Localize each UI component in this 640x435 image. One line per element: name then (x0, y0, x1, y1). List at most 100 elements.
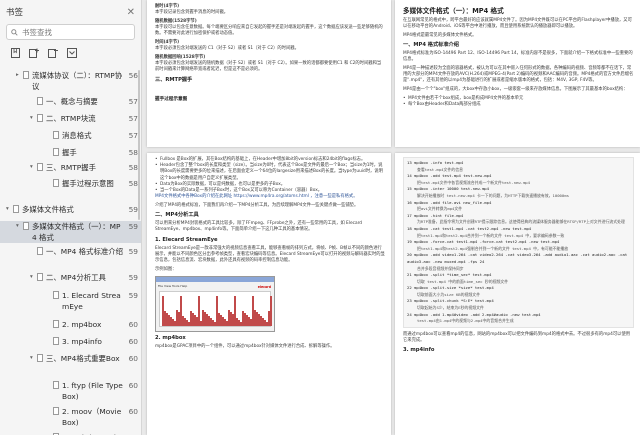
bookmark-item[interactable]: 1. ftyp (File Type Box) 60 (0, 380, 141, 402)
bookmark-page-icon (53, 291, 59, 299)
bookmark-label: 1. ftyp (File Type Box) (62, 381, 123, 401)
code-comment: 查看test.mp4文件的信息 (417, 166, 463, 172)
bookmark-label: 多媒体文件格式（一）：MP4 格式 (32, 222, 121, 242)
bookmark-label: 1. Elecard StreamEye (62, 291, 121, 311)
document-page: Fullbox 是Box的扩展，其在Box结构的基础上，在Header中增加8b… (147, 153, 391, 435)
section-heading: 2. mp4box (155, 334, 186, 341)
bookmark-page-number: 59 (128, 222, 138, 231)
bookmark-item[interactable]: 2. mp4box 60 (0, 319, 141, 330)
code-line: 20 mp4box -add video1.264 -cat video2.26… (407, 252, 628, 264)
sidebar-scrollbar[interactable] (138, 70, 140, 220)
code-line: 22 mp4box -split-size *size* test.mp4 (407, 285, 494, 291)
link[interactable]: MP4文件格式中各种Box的介绍在此网址 https://www.mp4ra.o… (155, 194, 385, 200)
figure-titlebar (156, 276, 274, 282)
paragraph: 本字段必须包含对端发送的随机数据（对于 S2）或者 S1（对于 C2）。如果一致… (155, 61, 382, 73)
bookmark-page-number: 60 (128, 407, 138, 416)
code-comment: 把avi文件转换为mp4文件 (417, 206, 463, 212)
bookmark-item[interactable]: ▸ 流媒体协议（二）：RTMP协议 56 (0, 70, 141, 92)
page-title: 多媒体文件格式（一）：MP4 格式 (403, 7, 504, 15)
code-block: 13 mp4box -info test.mp4 查看test.mp4文件的信息 1… (403, 157, 634, 328)
code-comment: 切取 test.mp4 中的前面time_sec 秒的视频文件 (417, 278, 509, 284)
close-icon[interactable]: ✕ (127, 7, 135, 18)
field-heading: 耐时(4字节) (155, 4, 180, 9)
code-line: 19 mp4box -force-cat test1.mp4 -force-ca… (407, 239, 560, 245)
bookmark-icon[interactable] (10, 48, 20, 58)
bookmark-page-icon (53, 337, 59, 345)
code-comment: 为RTP准备，此指令将为文件创建RTP提示跟踪信息。这使得经典的流媒体服务器能够… (417, 219, 625, 225)
frame-size-plot (159, 290, 272, 327)
bookmark-item[interactable]: 2. moov（Movie Box) 60 (0, 406, 141, 428)
bookmark-item[interactable]: ▾ 三、RMTP握手 58 (0, 162, 141, 173)
add-bookmark-icon[interactable] (29, 48, 39, 58)
bookmark-page-icon (53, 148, 59, 156)
bookmark-label: 握手 (62, 148, 77, 157)
section-heading: 一、MP4 格式标准介绍 (403, 42, 459, 49)
expand-arrow-icon[interactable]: ▾ (30, 353, 37, 364)
paragraph: 而通过mp4box可以查看mp4的信息，网站的mp4box可以把文件编码到mp4… (403, 331, 631, 344)
bookmark-page-icon (53, 131, 59, 139)
bookmark-panel: 书签 ✕ ▸流媒体协议（二）：RTMP协议56一、概念与摘要57▾二、RTMP块… (0, 0, 142, 435)
bookmark-item[interactable]: ▾ 三、MP4格式重要Box 60 (0, 353, 141, 364)
bookmark-item[interactable]: 握手 58 (0, 147, 141, 158)
code-line: 13 mp4box -info test.mp4 (407, 160, 464, 165)
section-heading: 三、RMTP握手 (155, 76, 193, 83)
bookmark-item[interactable]: 1. Elecard StreamEye 59 (0, 290, 141, 312)
expand-arrow-icon[interactable]: ▸ (16, 70, 23, 92)
code-line: 16 mp4box -add file.avi new_file.mp4 (407, 199, 492, 205)
bookmark-label: 三、MP4格式重要Box (46, 354, 120, 363)
bookmark-item[interactable]: ▾ 二、RTMP块流 57 (0, 113, 141, 124)
bookmark-label: 一、概念与摘要 (46, 97, 98, 106)
bookmark-page-icon (37, 247, 43, 255)
expand-arrow-icon[interactable]: ▾ (30, 272, 37, 283)
code-line: 23 mp4box -split-chunk *S:E* test.mp4 (407, 298, 494, 304)
bookmark-page-number: 60 (128, 381, 138, 390)
section-heading: 3. mp4info (403, 347, 435, 354)
paragraph: 本字段可以包含任意数据。每个端要区分响应来自它发起的握手还是对端发起的握手，这个… (155, 25, 383, 37)
code-line: 14 mp4box -add test.mp4 test-new.mp4 (407, 173, 492, 179)
bookmark-item[interactable]: 3. mp4info 60 (0, 336, 141, 347)
paragraph: MP4格式标准为ISO-14496 Part 12、ISO-14496 Part… (403, 51, 633, 63)
document-view[interactable]: 耐时(4字节) 本字段记录包含到握手消息的时间戳。 随机数据(1528字节) 本字段… (143, 0, 640, 435)
expand-icon[interactable] (67, 48, 77, 58)
bookmark-item[interactable]: 一、概念与摘要 57 (0, 96, 141, 107)
bookmark-item[interactable]: ▾ 二、MP4分析工具 59 (0, 272, 141, 283)
expand-arrow-icon[interactable]: ▾ (16, 221, 23, 243)
bookmark-label: 2. moov（Movie Box) (62, 407, 122, 427)
delete-bookmark-icon[interactable] (48, 48, 58, 58)
bookmark-page-icon (53, 179, 59, 187)
bookmark-item[interactable]: ▾ 多媒体文件格式 59 (0, 204, 141, 215)
section-heading: 1. Elecard StreamEye (155, 236, 218, 243)
expand-arrow-icon[interactable]: ▾ (6, 204, 13, 215)
bookmark-item[interactable]: 消息格式 57 (0, 130, 141, 141)
figure-menu: File View Tools Help (158, 283, 188, 288)
code-comment: 把test1.mp4和test2.mp4强制合并到一个新的文件 test.mp4… (417, 245, 569, 251)
bookmark-search-input[interactable] (22, 27, 130, 37)
bookmark-page-icon (23, 222, 29, 230)
bookmark-page-icon (37, 273, 43, 281)
bookmark-label: 握手过程示意图 (62, 179, 114, 188)
bookmark-page-icon (23, 71, 29, 79)
expand-arrow-icon[interactable]: ▾ (30, 162, 37, 173)
figure-logo: elecard (257, 284, 271, 289)
paragraph: MP4是由一个个"box"组成的，大box中存放小box，一级嵌套一级来存放媒体… (403, 87, 628, 93)
bookmark-label: 2. mp4box (62, 320, 102, 329)
bookmark-item[interactable]: 握手过程示意图 58 (0, 178, 141, 189)
field-heading: 时间(4字节) (155, 40, 180, 46)
bookmark-label: 3. mp4info (62, 337, 102, 346)
code-line: 17 mp4box -hint file.mp4 (407, 212, 464, 218)
bookmark-toolbar (0, 40, 141, 63)
expand-arrow-icon[interactable]: ▾ (30, 113, 37, 124)
bookmark-item[interactable]: 一、MP4 格式标准介绍 59 (0, 246, 141, 257)
bookmark-page-icon (53, 381, 59, 389)
bullet-item: 每个Box由Header和Data两部分组成 (403, 102, 634, 108)
document-page: 耐时(4字节) 本字段记录包含到握手消息的时间戳。 随机数据(1528字节) 本字段… (147, 0, 391, 147)
bookmark-search[interactable] (6, 24, 135, 40)
bookmark-page-number: 60 (128, 337, 138, 346)
bookmark-item[interactable]: ▾ 多媒体文件格式（一）：MP4 格式 59 (0, 221, 141, 243)
